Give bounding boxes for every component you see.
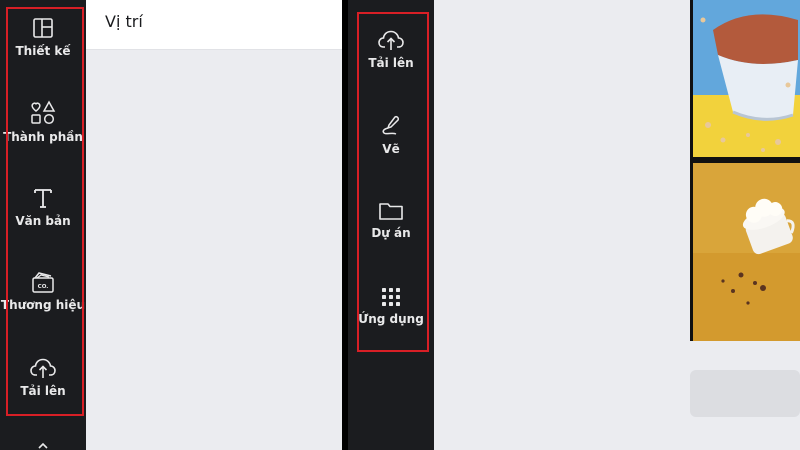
- sidebar-item-label: Ứng dụng: [358, 312, 424, 326]
- upload-cloud-icon: [378, 30, 404, 50]
- sidebar-item-projects[interactable]: Dự án: [348, 200, 434, 240]
- sidebar-item-label: Tải lên: [20, 384, 66, 398]
- sidebar-item-more[interactable]: [0, 440, 86, 450]
- apps-grid-icon: [382, 288, 400, 306]
- dessert-photo-image: [693, 0, 800, 157]
- draw-icon: [382, 116, 399, 135]
- layout-icon: [33, 18, 53, 38]
- sidebar-item-draw[interactable]: Vẽ: [348, 114, 434, 156]
- brand-icon: CO.: [32, 272, 54, 293]
- upload-cloud-icon: [30, 358, 56, 378]
- sidebar-item-label: Dự án: [371, 226, 411, 240]
- sidebar-item-elements[interactable]: Thành phần: [0, 100, 86, 144]
- canvas-photo-cup[interactable]: [693, 163, 800, 341]
- location-header: Vị trí: [86, 0, 342, 50]
- sidebar-item-design[interactable]: Thiết kế: [0, 16, 86, 58]
- shapes-icon: [31, 100, 56, 125]
- right-sidebar-rail: Tải lên Vẽ Dự án Ứng dụng: [348, 0, 434, 450]
- text-icon: [34, 189, 52, 208]
- svg-text:CO.: CO.: [38, 284, 49, 290]
- sidebar-item-label: Tải lên: [368, 56, 414, 70]
- sidebar-item-label: Thành phần: [3, 130, 83, 144]
- sidebar-item-label: Thương hiệu: [0, 298, 86, 312]
- canvas-photo-dessert[interactable]: [693, 0, 800, 157]
- sidebar-item-label: Vẽ: [382, 142, 400, 156]
- left-sidebar-rail: Thiết kế Thành phần Văn bản CO. Thương h…: [0, 0, 86, 450]
- sidebar-item-label: Văn bản: [15, 214, 71, 228]
- sidebar-item-text[interactable]: Văn bản: [0, 186, 86, 228]
- folder-icon: [379, 203, 403, 220]
- sidebar-item-brand[interactable]: CO. Thương hiệu: [0, 270, 86, 312]
- sidebar-item-uploads[interactable]: Tải lên: [348, 28, 434, 70]
- sidebar-item-label: Thiết kế: [15, 44, 71, 58]
- left-screenshot-panel: Thiết kế Thành phần Văn bản CO. Thương h…: [0, 0, 342, 450]
- sidebar-item-apps[interactable]: Ứng dụng: [348, 286, 434, 326]
- canvas-placeholder-box[interactable]: [690, 370, 800, 417]
- page-title: Vị trí: [105, 12, 143, 31]
- chevron-up-icon: [38, 442, 48, 449]
- sidebar-item-uploads[interactable]: Tải lên: [0, 356, 86, 398]
- cup-photo-image: [693, 163, 800, 341]
